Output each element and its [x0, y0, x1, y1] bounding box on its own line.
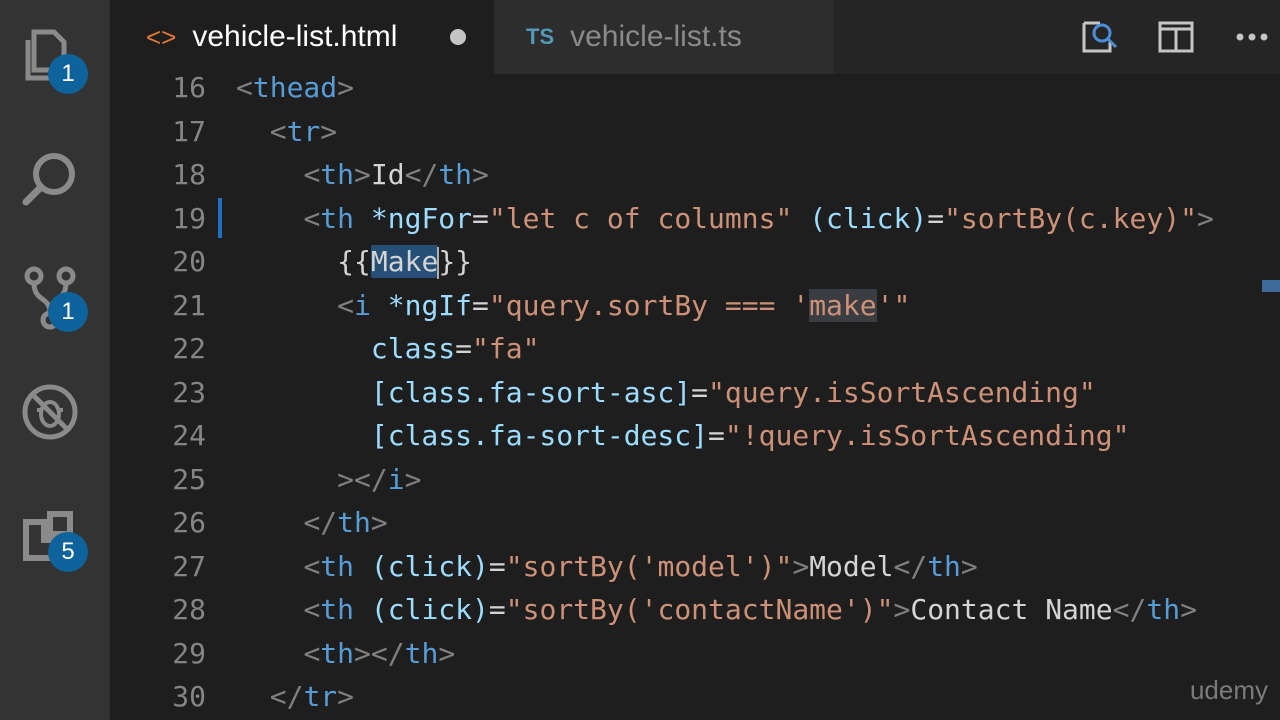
code-text: <i *ngIf="query.sortBy === 'make'": [337, 288, 911, 322]
ellipsis-icon: [1236, 33, 1268, 41]
code-line: 26 </th>: [110, 501, 1280, 545]
activity-bar: 1 1 5: [0, 0, 110, 720]
split-editor-icon: [1158, 21, 1194, 53]
line-number: 18: [172, 158, 206, 191]
tab-label: vehicle-list.ts: [570, 20, 742, 53]
tab-label: vehicle-list.html: [192, 20, 398, 53]
line-number: 28: [172, 593, 206, 626]
code-line: 23 [class.fa-sort-asc]="query.isSortAsce…: [110, 371, 1280, 415]
code-line: 28 <th (click)="sortBy('contactName')">C…: [110, 588, 1280, 632]
search-changes-icon: [1082, 21, 1118, 53]
source-control-button[interactable]: 1: [0, 246, 110, 336]
code-text: class="fa": [370, 332, 540, 365]
extensions-button[interactable]: 5: [0, 490, 110, 580]
code-text: <thead>: [236, 74, 355, 104]
typescript-file-icon: TS: [526, 24, 555, 49]
tab-vehicle-list-html[interactable]: <> vehicle-list.html: [110, 0, 494, 74]
code-text: [class.fa-sort-asc]="query.isSortAscendi…: [370, 375, 1096, 409]
code-line: 19 <th *ngFor="let c of columns" (click)…: [110, 197, 1280, 241]
source-control-badge: 1: [48, 292, 88, 332]
code-text: <th (click)="sortBy('model')">Model</th>: [303, 549, 978, 583]
code-text: </th>: [303, 506, 388, 539]
explorer-badge: 1: [48, 54, 88, 94]
code-line: 24 [class.fa-sort-desc]="!query.isSortAs…: [110, 414, 1280, 458]
search-button[interactable]: [0, 128, 110, 218]
code-text: <th (click)="sortBy('contactName')">Cont…: [303, 593, 1197, 626]
line-number: 22: [172, 332, 206, 365]
git-modified-indicator: [218, 198, 222, 238]
unsaved-dot-icon[interactable]: [450, 29, 466, 45]
code-text: [class.fa-sort-desc]="!query.isSortAscen…: [370, 419, 1130, 452]
code-text: <th></th>: [303, 636, 456, 670]
line-number: 26: [172, 506, 206, 539]
udemy-watermark: udemy: [1189, 675, 1268, 705]
code-line: 16 <thead>: [110, 74, 1280, 110]
open-changes-button[interactable]: [1080, 17, 1120, 57]
code-line: 30 </tr>: [110, 675, 1280, 719]
line-number: 29: [172, 636, 206, 670]
line-number: 20: [172, 245, 206, 278]
code-line: 20 {{Make}}: [110, 240, 1280, 284]
explorer-button[interactable]: 1: [0, 10, 110, 100]
line-number: 23: [172, 375, 206, 409]
code-line: 25 ></i>: [110, 458, 1280, 502]
code-line: 29 <th></th>: [110, 632, 1280, 676]
code-line: 17 <tr>: [110, 110, 1280, 154]
code-line: 21 <i *ngIf="query.sortBy === 'make'": [110, 284, 1280, 328]
line-number: 27: [172, 549, 206, 583]
more-actions-button[interactable]: [1232, 17, 1272, 57]
scrollbar-marker: [1262, 280, 1280, 292]
debug-icon: [22, 384, 78, 440]
code-line: 18 <th>Id</th>: [110, 153, 1280, 197]
code-text: </tr>: [269, 680, 355, 713]
code-text: <tr>: [269, 114, 338, 148]
search-icon: [22, 153, 75, 206]
code-text: ></i>: [337, 462, 422, 496]
code-text: {{Make}}: [337, 245, 473, 279]
code-editor[interactable]: 16 <thead> 17 <tr> 18 <th>Id</th> 19 <th …: [110, 74, 1280, 720]
code-line: 22 class="fa": [110, 327, 1280, 371]
line-number: 25: [172, 462, 206, 496]
line-number: 19: [172, 201, 206, 235]
code-text: <th *ngFor="let c of columns" (click)="s…: [303, 201, 1214, 235]
vertical-scrollbar[interactable]: [1260, 74, 1280, 720]
split-editor-button[interactable]: [1156, 17, 1196, 57]
html-file-icon: <>: [146, 21, 177, 52]
debug-button[interactable]: [0, 364, 110, 454]
code-text: <th>Id</th>: [303, 158, 489, 191]
extensions-badge: 5: [48, 532, 88, 572]
tab-bar: <> vehicle-list.html TS vehicle-list.ts: [110, 0, 1280, 74]
line-number: 16: [172, 74, 206, 104]
line-number: 17: [172, 114, 206, 148]
code-line: 27 <th (click)="sortBy('model')">Model</…: [110, 545, 1280, 589]
line-number: 24: [172, 419, 206, 452]
line-number: 21: [172, 288, 206, 322]
line-number: 30: [172, 680, 206, 713]
tab-vehicle-list-ts[interactable]: TS vehicle-list.ts: [494, 0, 834, 74]
